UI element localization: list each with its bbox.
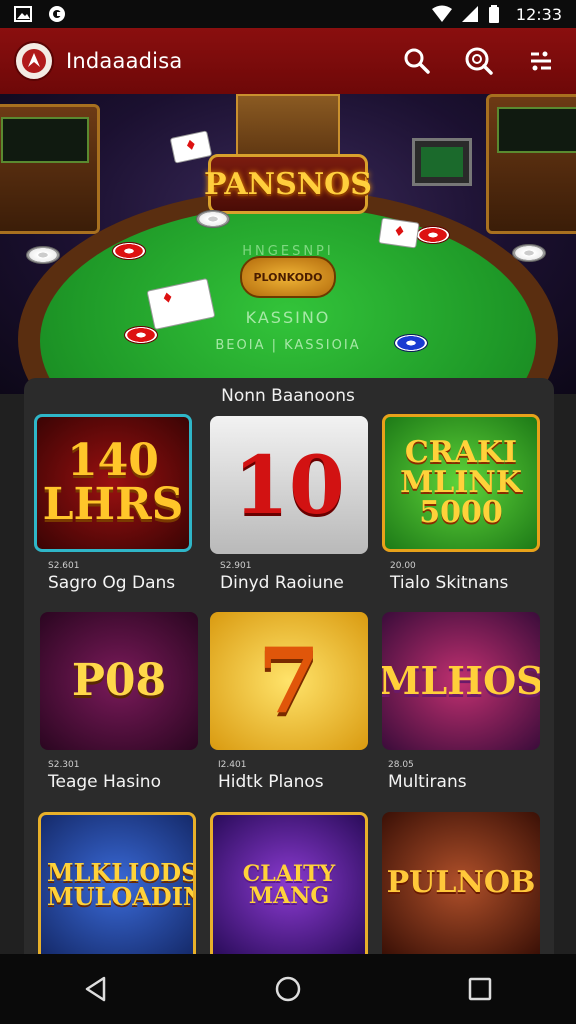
signal-icon [460, 5, 478, 23]
notification-app-icon [48, 5, 66, 23]
game-art: 140 LHRS [42, 435, 184, 530]
felt-subtitle: KASSINO [245, 308, 331, 327]
status-time: 12:33 [515, 4, 562, 24]
poker-chip [196, 210, 230, 228]
game-art: PULNOB [386, 865, 536, 900]
poker-chip [26, 246, 60, 264]
tv-screen [412, 138, 472, 186]
battery-icon [488, 5, 506, 23]
app-logo[interactable] [14, 41, 54, 81]
wifi-icon [431, 5, 452, 23]
game-name[interactable]: Dinyd Raoiune [220, 573, 390, 593]
game-meta: 20.00 Tialo Skitnans [390, 561, 560, 593]
game-small-label: I2.401 [218, 760, 247, 770]
game-art: 7 [257, 628, 321, 734]
game-meta: S2.301 Teage Hasino [48, 760, 218, 792]
app-header: Indaaadisa [0, 28, 576, 94]
game-art: CRAKI MLINK 5000 [400, 435, 522, 530]
poker-chip [112, 242, 146, 260]
game-tile[interactable]: MLHOS [382, 612, 540, 750]
home-icon [275, 976, 301, 1002]
recents-button[interactable] [450, 959, 510, 1019]
logo-icon [22, 49, 46, 73]
menu-button[interactable] [524, 44, 558, 78]
section-title: Nonn Baanoons [221, 386, 355, 406]
poker-chip [416, 226, 450, 244]
nav-bar [0, 954, 576, 1024]
search-icon [404, 48, 430, 74]
back-icon [85, 976, 106, 1002]
felt-badge-text: PLONKODO [253, 270, 323, 284]
poker-chip [394, 334, 428, 352]
felt-badge: PLONKODO [240, 256, 336, 298]
game-art: 10 [233, 438, 345, 532]
game-tile[interactable]: 10 [210, 416, 368, 554]
game-small-label: 20.00 [390, 561, 416, 571]
game-art: MLHOS [382, 658, 540, 703]
game-tile[interactable]: MLKLIODS MULOADINS [38, 812, 196, 954]
game-tile[interactable]: CLAITY MANG [210, 812, 368, 954]
playing-card [378, 217, 420, 249]
slot-machine-left [0, 104, 100, 234]
hero-sign: PANSNOS [204, 154, 372, 214]
app-title: Indaaadisa [66, 49, 183, 73]
game-name[interactable]: Teage Hasino [48, 772, 218, 792]
game-meta: S2.901 Dinyd Raoiune [220, 561, 390, 593]
back-button[interactable] [66, 959, 126, 1019]
game-small-label: S2.901 [220, 561, 252, 571]
felt-footer: BEOIA | KASSIOIA [215, 338, 361, 353]
game-meta: S2.601 Sagro Og Dans [48, 561, 218, 593]
game-name[interactable]: Hidtk Planos [218, 772, 388, 792]
hero-banner[interactable]: PANSNOS HNGESNPI PLONKODO KASSINO BEOIA … [0, 94, 576, 394]
hero-title: PANSNOS [204, 166, 372, 202]
screen: 12:33 Indaaadisa PANSNOS HNGESNPI PLONKO… [0, 0, 576, 1024]
status-bar: 12:33 [0, 0, 576, 28]
game-name[interactable]: Sagro Og Dans [48, 573, 218, 593]
game-meta: 28.05 Multirans [388, 760, 558, 792]
game-art: MLKLIODS MULOADINS [47, 857, 196, 911]
game-tile[interactable]: PULNOB [382, 812, 540, 954]
game-name[interactable]: Multirans [388, 772, 558, 792]
game-tile[interactable]: 7 [210, 612, 368, 750]
photo-icon [14, 5, 32, 23]
playing-card [169, 130, 213, 164]
game-tile[interactable]: P08 [40, 612, 198, 750]
game-small-label: S2.601 [48, 561, 80, 571]
game-art: P08 [71, 655, 167, 706]
game-small-label: S2.301 [48, 760, 80, 770]
game-name[interactable]: Tialo Skitnans [390, 573, 560, 593]
zoom-icon [465, 47, 493, 75]
slot-machine-right [486, 94, 576, 234]
game-art: CLAITY MANG [242, 860, 336, 909]
game-meta: I2.401 Hidtk Planos [218, 760, 388, 792]
search-button[interactable] [400, 44, 434, 78]
game-tile[interactable]: 140 LHRS [34, 414, 192, 552]
poker-chip [124, 326, 158, 344]
recents-icon [468, 977, 492, 1001]
zoom-button[interactable] [462, 44, 496, 78]
game-tile[interactable]: CRAKI MLINK 5000 [382, 414, 540, 552]
poker-chip [512, 244, 546, 262]
home-button[interactable] [258, 959, 318, 1019]
game-small-label: 28.05 [388, 760, 414, 770]
menu-icon [531, 51, 551, 71]
